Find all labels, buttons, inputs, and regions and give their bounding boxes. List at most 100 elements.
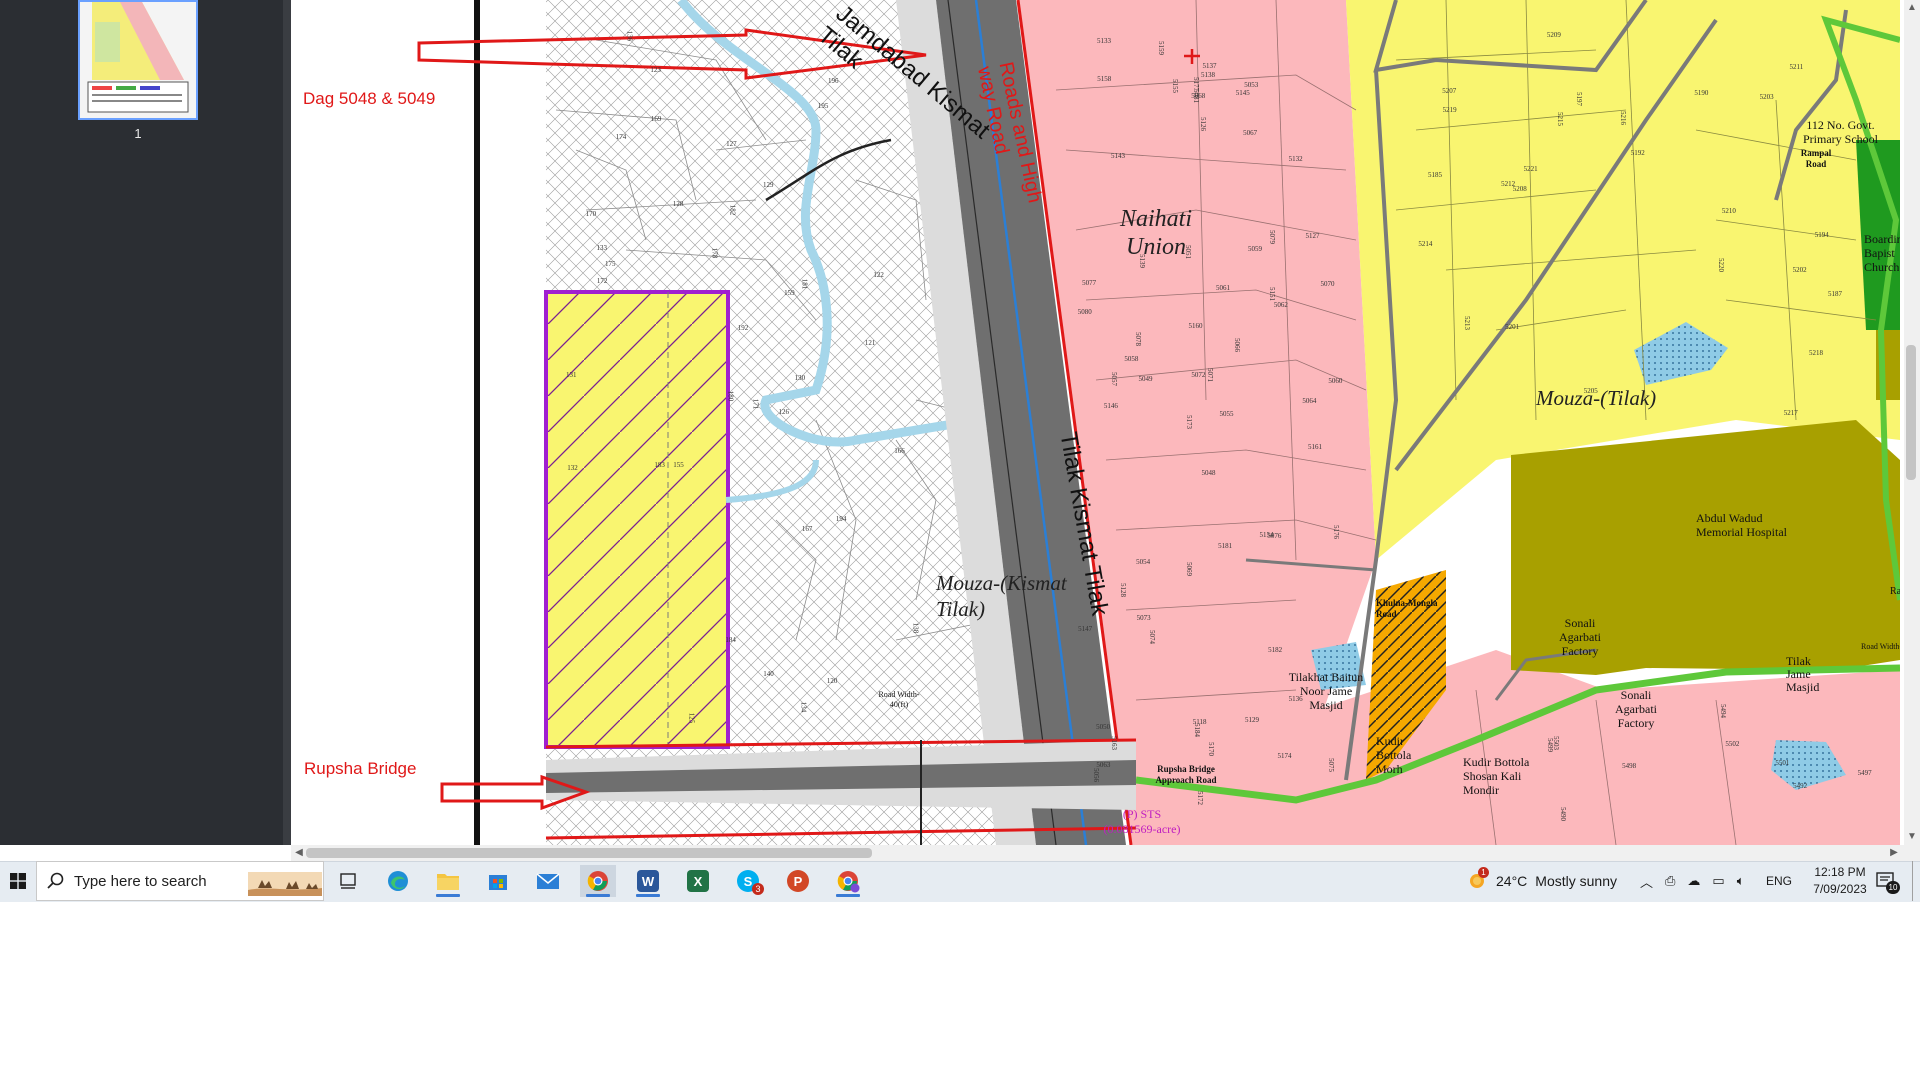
plot-number: 5051 (1184, 244, 1193, 259)
plot-number: 5128 (1118, 582, 1127, 597)
plot-number: 5066 (1233, 338, 1242, 353)
plot-number: 178 (709, 247, 718, 258)
plot-number: 5502 (1725, 739, 1740, 748)
scroll-up-icon[interactable]: ▲ (1904, 0, 1920, 16)
plot-number: 5503 (1552, 736, 1561, 751)
plot-number: 5490 (1558, 806, 1567, 821)
plot-number: 5160 (1188, 321, 1203, 330)
plot-number: 184 (725, 635, 736, 644)
plot-number: 5056 (1091, 768, 1100, 783)
plot-number: 5069 (1184, 561, 1193, 576)
plot-number: 5075 (1326, 758, 1335, 773)
mail-icon (536, 873, 560, 889)
language-indicator[interactable]: ENG (1766, 861, 1792, 901)
scroll-left-icon[interactable]: ◀ (291, 845, 307, 861)
plot-number: 5219 (1442, 106, 1457, 115)
plot-number: 5061 (1216, 284, 1231, 293)
plot-number: 194 (835, 515, 847, 524)
edge-icon (388, 871, 408, 891)
plot-number: 5217 (1783, 408, 1798, 417)
start-button[interactable] (0, 861, 36, 901)
vertical-scroll-thumb[interactable] (1906, 345, 1916, 480)
skype-badge: 3 (752, 883, 764, 895)
horizontal-scroll-thumb[interactable] (306, 848, 872, 858)
plot-number: 183 (654, 460, 665, 469)
task-view-button[interactable] (330, 865, 366, 897)
search-highlight-image (248, 872, 322, 896)
taskbar-app-chrome[interactable] (580, 865, 616, 897)
clock[interactable]: 12:18 PM 7/09/2023 (1800, 864, 1880, 898)
chevron-up-icon[interactable]: ︿ (1640, 872, 1653, 891)
plot-number: 5216 (1618, 111, 1627, 126)
notification-center-button[interactable]: 10 (1874, 869, 1900, 894)
plot-number: 5176 (1332, 525, 1341, 540)
plot-number: 5203 (1759, 93, 1774, 102)
network-icon[interactable]: ▭ (1712, 873, 1724, 889)
plot-number: 5059 (1247, 244, 1262, 253)
thumbnail-panel-divider[interactable] (283, 0, 291, 845)
plot-number: 5057 (1109, 372, 1118, 387)
plot-number: 5139 (1137, 253, 1146, 268)
plot-number: 5050 (1096, 723, 1111, 732)
task-view-icon (340, 873, 356, 889)
show-desktop-button[interactable] (1912, 861, 1917, 901)
plot-number: 5212 (1501, 179, 1516, 188)
document-page: Dag 5048 & 5049 Rupsha Bridge Jamdabad K… (296, 0, 1900, 845)
plot-number: 5159 (1156, 40, 1165, 55)
plot-number: 5143 (1110, 151, 1125, 160)
plot-number: 5151 (1268, 287, 1277, 302)
plot-number: 5173 (1185, 415, 1194, 430)
taskbar-app-mail[interactable] (530, 865, 566, 897)
plot-number: 166 (894, 446, 905, 455)
plot-number-layer: 5048 5049 5050 5051 5053 5054 5055 5056 5057 5058… (296, 0, 1900, 845)
plot-number: 5048 (1201, 468, 1216, 477)
plot-number: 5197 (1574, 92, 1583, 107)
taskbar-app-skype[interactable]: S 3 (730, 865, 766, 897)
taskbar-app-chrome-profile[interactable] (830, 865, 866, 897)
thumbnail-preview (80, 2, 196, 118)
plot-number: 5187 (1827, 290, 1842, 299)
plot-number: 195 (817, 102, 829, 111)
windows-icon (10, 873, 26, 889)
plot-number: 5184 (1192, 722, 1201, 737)
plot-number: 5501 (1775, 758, 1790, 767)
plot-number: 5182 (1268, 645, 1283, 654)
plot-number: 5155 (1171, 78, 1179, 93)
plot-number: 138 (911, 622, 920, 634)
meet-now-icon[interactable]: ⎙ (1665, 873, 1675, 889)
plot-number: 5194 (1814, 230, 1829, 239)
plot-number: 5132 (1288, 154, 1303, 163)
search-icon (46, 871, 66, 891)
plot-number: 171 (751, 398, 760, 409)
plot-number: 5205 (1583, 386, 1598, 395)
taskbar-app-file-explorer[interactable] (430, 865, 466, 897)
store-icon (489, 875, 507, 890)
plot-number: 172 (596, 276, 608, 285)
page-thumbnail[interactable] (78, 0, 198, 120)
plot-number: 196 (827, 76, 839, 85)
plot-number: 136 (625, 30, 634, 42)
plot-number: 126 (778, 408, 790, 417)
weather-widget[interactable]: 1 24°C Mostly sunny (1466, 861, 1617, 901)
taskbar-app-edge[interactable] (380, 865, 416, 897)
scroll-right-icon[interactable]: ▶ (1886, 845, 1902, 861)
plot-number: 125 (687, 712, 696, 724)
taskbar-app-excel[interactable]: X (680, 865, 716, 897)
plot-number: 5172 (1196, 790, 1205, 805)
plot-number: 5058 (1124, 355, 1139, 364)
plot-number: 5067 (1243, 128, 1258, 137)
plot-number: 5177 (1191, 77, 1200, 92)
plot-number: 123 (650, 65, 661, 74)
onedrive-icon[interactable]: ☁ (1687, 873, 1700, 889)
word-icon: W (637, 870, 659, 892)
scroll-down-icon[interactable]: ▼ (1904, 829, 1920, 845)
notification-count-badge: 10 (1886, 881, 1900, 894)
weather-description: Mostly sunny (1535, 873, 1617, 889)
volume-icon[interactable]: 🔈︎ (1737, 873, 1745, 889)
plot-number: 5070 (1320, 279, 1335, 288)
plot-number: 5163 (1109, 736, 1118, 751)
taskbar-app-word[interactable]: W (630, 865, 666, 897)
taskbar-app-store[interactable] (480, 865, 516, 897)
taskbar-app-powerpoint[interactable]: P (780, 865, 816, 897)
plot-number: 127 (726, 139, 737, 148)
